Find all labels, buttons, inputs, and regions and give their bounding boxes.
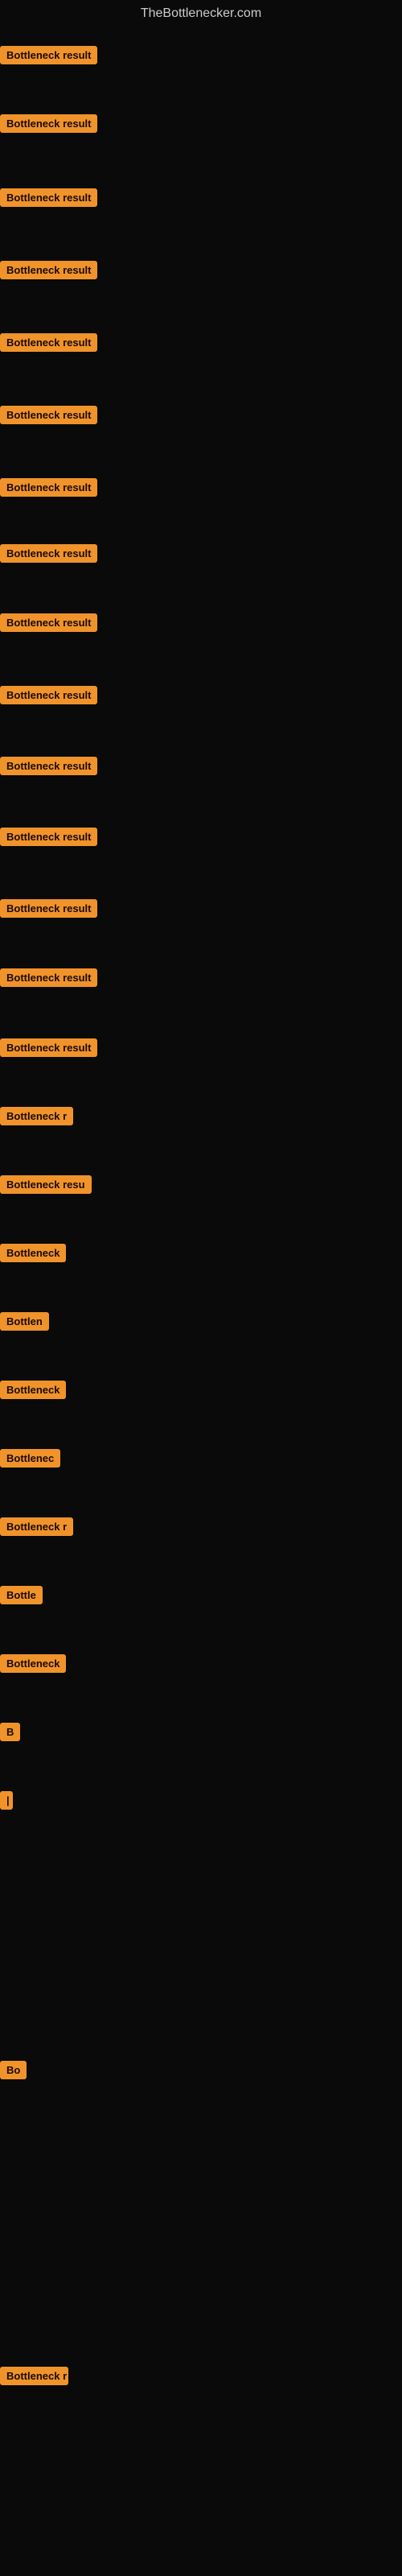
bottleneck-badge: Bottleneck result [0, 544, 97, 563]
bottleneck-badge: Bottleneck result [0, 188, 97, 207]
bottleneck-item[interactable]: Bottleneck result [0, 261, 97, 283]
bottleneck-item[interactable]: Bottleneck result [0, 968, 97, 991]
bottleneck-item[interactable]: Bottleneck result [0, 406, 97, 428]
bottleneck-badge: Bottleneck result [0, 1038, 97, 1057]
bottleneck-item[interactable]: Bottleneck result [0, 686, 97, 708]
bottleneck-item[interactable]: Bottleneck result [0, 828, 97, 850]
bottleneck-badge: Bottleneck [0, 1244, 66, 1262]
bottleneck-item[interactable]: Bo [0, 2061, 27, 2083]
bottleneck-badge: Bottleneck result [0, 333, 97, 352]
bottleneck-item[interactable]: Bottleneck r [0, 1107, 73, 1129]
bottleneck-badge: Bottleneck result [0, 828, 97, 846]
bottleneck-badge: Bottlenec [0, 1449, 60, 1468]
bottleneck-badge: Bottleneck result [0, 114, 97, 133]
bottleneck-badge: Bottleneck result [0, 899, 97, 918]
bottleneck-item[interactable]: Bottle [0, 1586, 43, 1608]
bottleneck-item[interactable]: Bottleneck result [0, 46, 97, 68]
bottleneck-item[interactable]: Bottleneck r [0, 1517, 73, 1540]
bottleneck-item[interactable]: Bottleneck result [0, 613, 97, 636]
bottleneck-item[interactable]: Bottleneck r [0, 2367, 68, 2389]
bottleneck-item[interactable]: Bottleneck [0, 1654, 66, 1677]
bottleneck-badge: Bo [0, 2061, 27, 2079]
bottleneck-badge: Bottleneck [0, 1654, 66, 1673]
site-title-text: TheBottlenecker.com [141, 6, 261, 20]
bottleneck-badge: Bottleneck [0, 1381, 66, 1399]
bottleneck-badge: Bottleneck result [0, 686, 97, 704]
bottleneck-badge: Bottleneck result [0, 478, 97, 497]
bottleneck-badge: Bottleneck result [0, 46, 97, 64]
bottleneck-badge: Bottleneck r [0, 1107, 73, 1125]
bottleneck-item[interactable]: Bottleneck result [0, 757, 97, 779]
bottleneck-badge: Bottleneck result [0, 757, 97, 775]
bottleneck-item[interactable]: B [0, 1723, 20, 1745]
bottleneck-item[interactable]: Bottleneck resu [0, 1175, 92, 1198]
bottleneck-badge: Bottle [0, 1586, 43, 1604]
bottleneck-badge: Bottleneck result [0, 613, 97, 632]
bottleneck-badge: Bottleneck result [0, 968, 97, 987]
bottleneck-badge: | [0, 1791, 13, 1810]
bottleneck-item[interactable]: Bottleneck [0, 1244, 66, 1266]
bottleneck-item[interactable]: Bottlenec [0, 1449, 60, 1472]
bottleneck-item[interactable]: Bottleneck [0, 1381, 66, 1403]
bottleneck-item[interactable]: Bottleneck result [0, 1038, 97, 1061]
bottleneck-item[interactable]: Bottleneck result [0, 478, 97, 501]
bottleneck-item[interactable]: Bottleneck result [0, 188, 97, 211]
bottleneck-badge: Bottleneck resu [0, 1175, 92, 1194]
bottleneck-item[interactable]: Bottleneck result [0, 899, 97, 922]
bottleneck-item[interactable]: Bottleneck result [0, 114, 97, 137]
site-title: TheBottlenecker.com [0, 0, 402, 27]
bottleneck-item[interactable]: Bottleneck result [0, 333, 97, 356]
bottleneck-badge: Bottlen [0, 1312, 49, 1331]
bottleneck-badge: Bottleneck result [0, 406, 97, 424]
bottleneck-badge: Bottleneck r [0, 1517, 73, 1536]
bottleneck-item[interactable]: Bottleneck result [0, 544, 97, 567]
bottleneck-badge: Bottleneck result [0, 261, 97, 279]
bottleneck-badge: B [0, 1723, 20, 1741]
bottleneck-badge: Bottleneck r [0, 2367, 68, 2385]
bottleneck-item[interactable]: | [0, 1791, 13, 1814]
bottleneck-item[interactable]: Bottlen [0, 1312, 49, 1335]
